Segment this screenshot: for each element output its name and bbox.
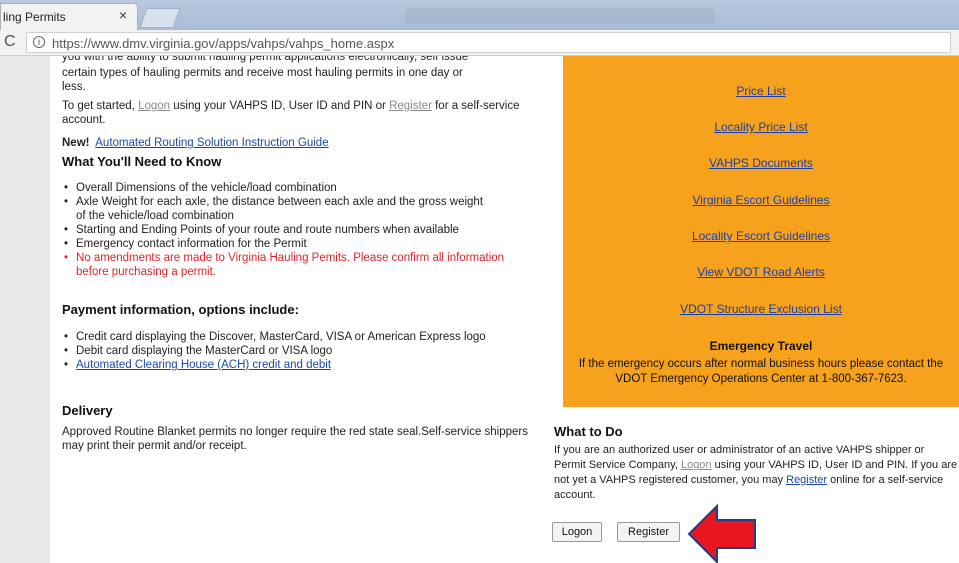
- escort-guidelines-link[interactable]: Virginia Escort Guidelines: [563, 193, 959, 207]
- payment-heading: Payment information, options include:: [62, 302, 299, 317]
- what-to-do-heading: What to Do: [554, 424, 623, 439]
- get-started-text: To get started, Logon using your VAHPS I…: [62, 100, 520, 126]
- logon-button[interactable]: Logon: [552, 522, 602, 542]
- emergency-text: If the emergency occurs after normal bus…: [578, 358, 944, 385]
- url-field[interactable]: i https://www.dmv.virginia.gov/apps/vahp…: [26, 32, 951, 53]
- delivery-text: Approved Routine Blanket permits no long…: [62, 426, 528, 452]
- browser-tab-bar: ling Permits ×: [0, 0, 959, 30]
- new-label: New!: [62, 137, 90, 149]
- list-item: Overall Dimensions of the vehicle/load c…: [62, 181, 512, 195]
- need-to-know-list: Overall Dimensions of the vehicle/load c…: [62, 181, 512, 279]
- delivery-heading: Delivery: [62, 403, 113, 418]
- emergency-heading: Emergency Travel: [709, 339, 813, 353]
- blurred-window-title: [405, 8, 715, 24]
- url-text: https://www.dmv.virginia.gov/apps/vahps/…: [52, 36, 395, 51]
- left-margin: [0, 56, 50, 563]
- reload-icon[interactable]: C: [4, 33, 16, 51]
- register-link[interactable]: Register: [389, 100, 432, 112]
- red-arrow-icon: [687, 503, 756, 563]
- register-link[interactable]: Register: [786, 474, 827, 486]
- payment-list: Credit card displaying the Discover, Mas…: [62, 330, 512, 372]
- page-content: you with the ability to submit hauling p…: [0, 56, 959, 563]
- price-list-link[interactable]: Price List: [563, 84, 959, 98]
- locality-escort-guidelines-link[interactable]: Locality Escort Guidelines: [563, 229, 959, 243]
- info-icon[interactable]: i: [33, 36, 45, 48]
- locality-price-list-link[interactable]: Locality Price List: [563, 120, 959, 134]
- quick-links-panel: Price List Locality Price List VAHPS Doc…: [563, 56, 959, 407]
- need-to-know-heading: What You'll Need to Know: [62, 154, 222, 169]
- what-to-do-text: If you are an authorized user or adminis…: [554, 444, 958, 501]
- tab-title: ling Permits: [3, 10, 66, 24]
- list-item: Debit card displaying the MasterCard or …: [62, 344, 512, 358]
- logon-link[interactable]: Logon: [138, 100, 170, 112]
- register-button[interactable]: Register: [617, 522, 680, 542]
- intro-line: certain types of hauling permits and rec…: [62, 67, 463, 79]
- list-item: Axle Weight for each axle, the distance …: [62, 195, 512, 223]
- vahps-documents-link[interactable]: VAHPS Documents: [563, 156, 959, 170]
- ach-link[interactable]: Automated Clearing House (ACH) credit an…: [76, 359, 331, 371]
- amendment-warning: No amendments are made to Virginia Hauli…: [62, 251, 512, 279]
- logon-link[interactable]: Logon: [681, 459, 712, 471]
- road-alerts-link[interactable]: View VDOT Road Alerts: [563, 265, 959, 279]
- list-item: Credit card displaying the Discover, Mas…: [62, 330, 512, 344]
- structure-exclusion-link[interactable]: VDOT Structure Exclusion List: [563, 302, 959, 316]
- address-bar: C i https://www.dmv.virginia.gov/apps/va…: [0, 30, 959, 56]
- list-item: Starting and Ending Points of your route…: [62, 223, 512, 237]
- browser-tab[interactable]: ling Permits ×: [0, 3, 138, 30]
- routing-guide-link[interactable]: Automated Routing Solution Instruction G…: [95, 137, 328, 149]
- intro-truncated-line: you with the ability to submit hauling p…: [62, 56, 469, 63]
- new-tab-button[interactable]: [139, 8, 181, 28]
- list-item: Emergency contact information for the Pe…: [62, 237, 512, 251]
- close-icon[interactable]: ×: [119, 7, 127, 23]
- what-to-do-section: What to Do If you are an authorized user…: [554, 424, 959, 503]
- intro-line: less.: [62, 81, 86, 93]
- list-item: Automated Clearing House (ACH) credit an…: [62, 358, 512, 372]
